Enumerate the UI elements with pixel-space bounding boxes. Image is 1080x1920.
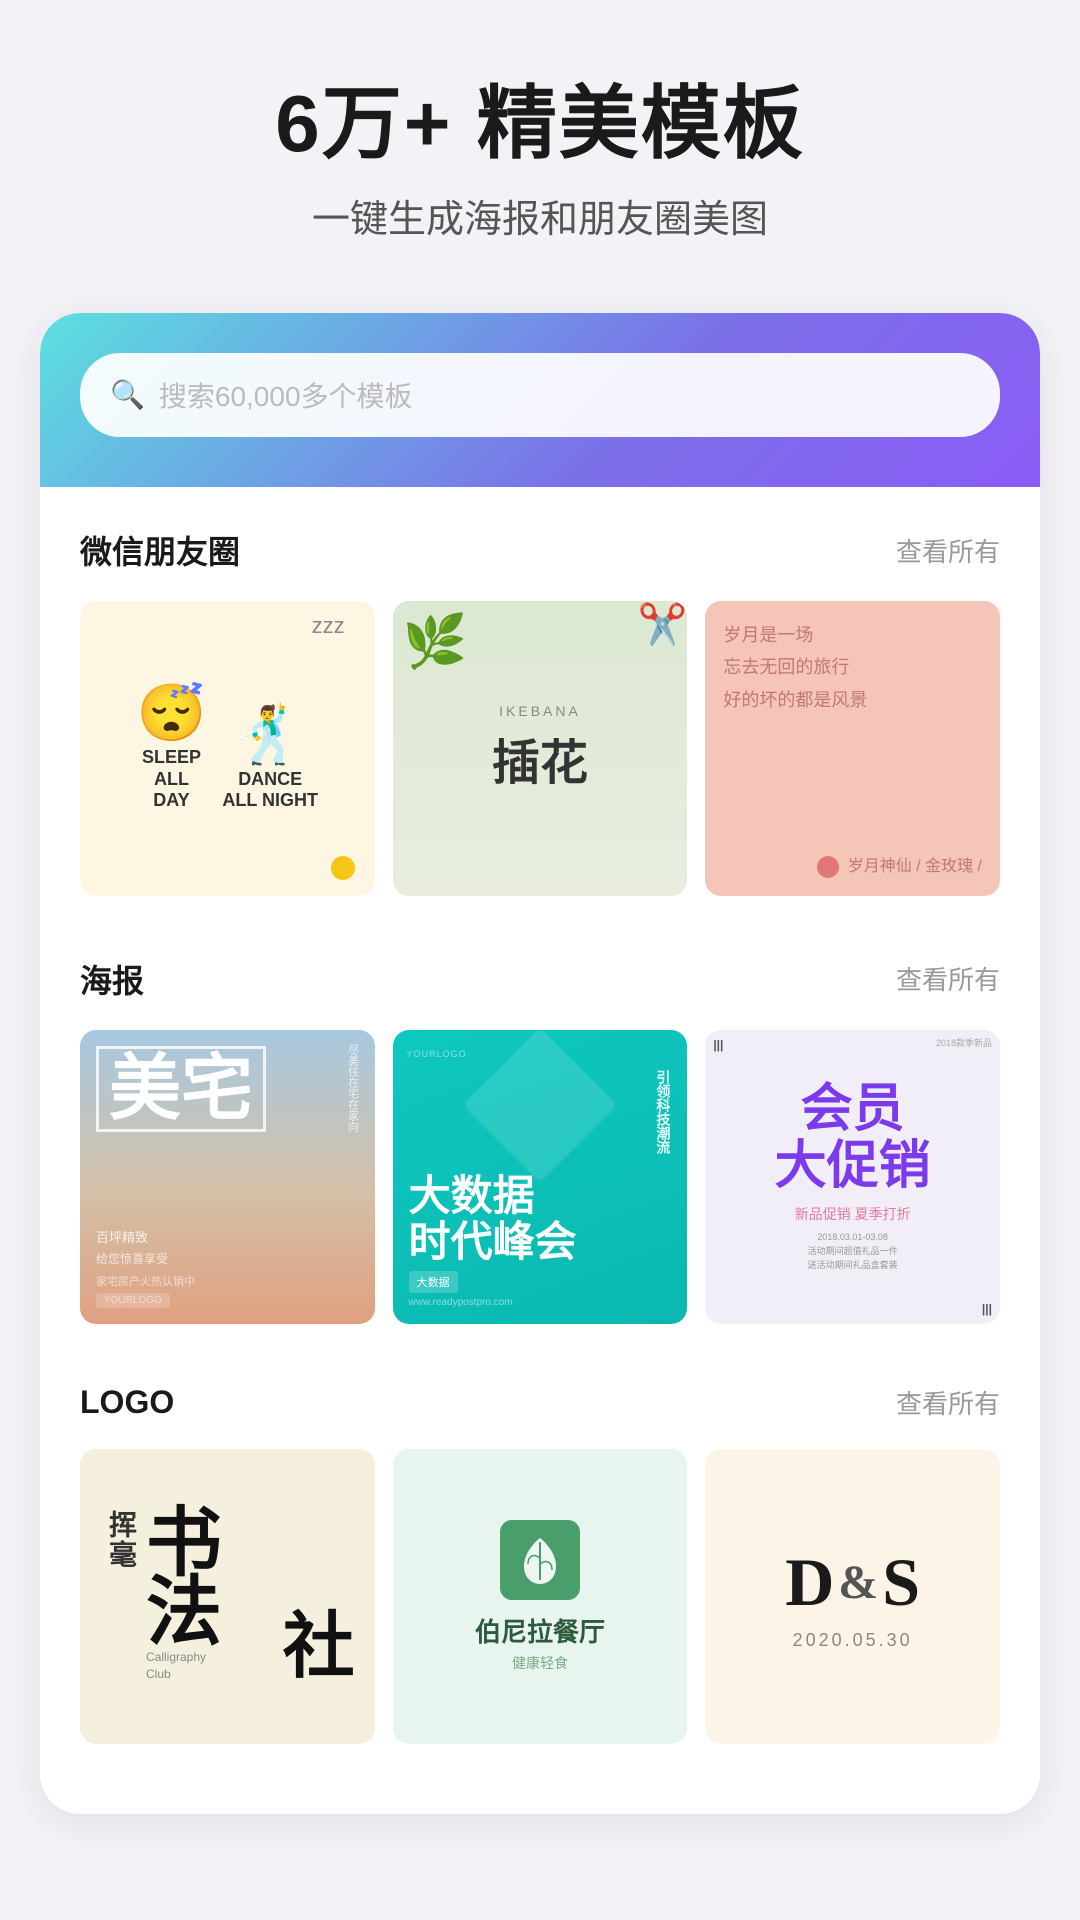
poster3-promo: 新品促销 夏季打折 [795,1204,911,1224]
wechat-view-all[interactable]: 查看所有 [896,532,1000,569]
calligraphy-main-block: 挥毫 书法 CalligraphyClub 社 [100,1510,355,1682]
scissors-emoji: ✂️ [638,601,688,648]
sleep-emoji: 😴 [137,685,207,741]
card-header: 🔍 搜索60,000多个模板 [40,313,1040,487]
poster2-bottom: 大数据时代峰会 大数据 www.readypostpro.com [409,1173,672,1308]
calli-right-block: 书法 CalligraphyClub [146,1510,275,1682]
plant-emoji: 🌿 [403,611,468,672]
search-placeholder: 搜索60,000多个模板 [159,375,413,415]
calli-sub-zh: 社 [283,1611,355,1683]
ikebana-en-label: IKEBANA [499,703,581,719]
hero-title: 6万+ 精美模板 [60,80,1020,168]
wechat-template-grid: zzz 😴 SLEEPALLDAY 🕺 DANCEALL NIGHT IKE [80,601,1000,896]
dance-text: DANCEALL NIGHT [222,769,318,812]
wechat-card-poem[interactable]: 岁月是一场忘去无回的旅行好的坏的都是风景 岁月神仙 / 金玫瑰 / [705,601,1000,896]
wechat-section-header: 微信朋友圈 查看所有 [80,527,1000,573]
author-text: 岁月神仙 / 金玫瑰 / [848,858,982,875]
poem-text: 岁月是一场忘去无回的旅行好的坏的都是风景 [723,619,982,716]
sleep-text: SLEEPALLDAY [142,747,201,812]
poster1-logo-badge: YOURLOGO [96,1293,170,1308]
ds-letters: D & S [785,1543,920,1622]
restaurant-text-block: 伯尼拉餐厅 健康轻食 [475,1612,605,1673]
poster1-tagline: 给您惊喜享受 [96,1250,359,1267]
wechat-card-ikebana[interactable]: IKEBANA 插花 🌿 ✂️ [393,601,688,896]
wechat-section-title: 微信朋友圈 [80,527,240,573]
logo-card-restaurant[interactable]: 伯尼拉餐厅 健康轻食 [393,1449,688,1744]
author-dot [817,856,839,878]
wechat-section: 微信朋友圈 查看所有 zzz 😴 SLEEPALLDAY 🕺 DANCEALL … [40,487,1040,916]
logo-section: LOGO 查看所有 挥毫 书法 CalligraphyClub 社 [40,1344,1040,1764]
poster-card-huiyuan[interactable]: ||| 2018款季新品 会员大促销 新品促销 夏季打折 2018.03.01-… [705,1030,1000,1325]
restaurant-sub-zh: 健康轻食 [475,1653,605,1673]
poster3-year-badge: 2018款季新品 [936,1036,992,1049]
poster1-bottom-content: 百坪精致 给您惊喜享受 家宅房产火热认销中 YOURLOGO [96,1227,359,1308]
sleep-dance-inner: 😴 SLEEPALLDAY 🕺 DANCEALL NIGHT [137,685,318,812]
poster-section-header: 海报 查看所有 [80,956,1000,1002]
app-card: 🔍 搜索60,000多个模板 微信朋友圈 查看所有 zzz 😴 SLEEPALL… [40,313,1040,1814]
poster1-side-text: 尽美住在宅在家向 [343,1044,361,1132]
calli-brush-text: 挥毫 [100,1510,140,1570]
restaurant-name-zh: 伯尼拉餐厅 [475,1612,605,1649]
poster3-main-title: 会员大促销 [775,1081,931,1195]
dance-emoji: 🕺 [235,707,305,763]
poem-author: 岁月神仙 / 金玫瑰 / [723,852,982,878]
zzz-decoration: zzz [312,613,345,639]
logo-section-header: LOGO 查看所有 [80,1384,1000,1421]
poster3-bottom-deco: ||| [982,1302,992,1316]
poster1-top: 尽美住在宅在家向 美宅 [96,1046,359,1132]
logo-template-grid: 挥毫 书法 CalligraphyClub 社 [80,1449,1000,1744]
ds-ampersand: & [838,1555,878,1610]
poster3-details: 2018.03.01-03.08活动期间超值礼品一件送活动期间礼品盒套装 [808,1230,898,1273]
hero-section: 6万+ 精美模板 一键生成海报和朋友圈美图 [0,0,1080,283]
logo-card-calligraphy[interactable]: 挥毫 书法 CalligraphyClub 社 [80,1449,375,1744]
poster2-yourlogo: YOURLOGO [407,1049,467,1059]
poster-card-shidai[interactable]: YOURLOGO 引领科技潮流 大数据时代峰会 大数据 www.readypos… [393,1030,688,1325]
dance-column: 🕺 DANCEALL NIGHT [222,707,318,812]
poster2-badge: 大数据 [409,1271,458,1293]
yellow-dot-decoration [331,856,355,880]
search-bar[interactable]: 🔍 搜索60,000多个模板 [80,353,1000,437]
leaf-logo-icon [500,1520,580,1600]
logo-view-all[interactable]: 查看所有 [896,1384,1000,1421]
poster1-main-title: 美宅 [96,1046,266,1132]
poster1-info: 家宅房产火热认销中 [96,1273,359,1289]
sleep-column: 😴 SLEEPALLDAY [137,685,207,812]
poster3-top-deco: ||| [713,1038,723,1052]
poster-card-meizhai[interactable]: 尽美住在宅在家向 美宅 百坪精致 给您惊喜享受 家宅房产火热认销中 YOURLO… [80,1030,375,1325]
search-icon: 🔍 [110,381,145,409]
poster2-intro: 引领科技潮流 [653,1070,673,1154]
ds-letter-s: S [882,1543,920,1622]
poster1-company: 百坪精致 [96,1227,359,1246]
poster2-diamond [462,1030,618,1183]
poster2-logo-top: YOURLOGO [407,1044,467,1062]
ikebana-zh-label: 插花 [492,723,588,793]
ds-date: 2020.05.30 [793,1630,913,1651]
poster-view-all[interactable]: 查看所有 [896,960,1000,997]
logo-section-title: LOGO [80,1384,174,1421]
poster-section: 海报 查看所有 尽美住在宅在家向 美宅 百坪精致 给您惊喜享受 家宅房产火热认销… [40,916,1040,1345]
logo-card-ds[interactable]: D & S 2020.05.30 [705,1449,1000,1744]
calli-main-zh: 书法 [146,1510,275,1647]
poster2-title: 大数据时代峰会 [409,1173,672,1265]
poster-section-title: 海报 [80,956,144,1002]
poster2-website: www.readypostpro.com [409,1297,672,1308]
calli-zh-block: 挥毫 [100,1510,140,1570]
hero-subtitle: 一键生成海报和朋友圈美图 [60,188,1020,243]
ds-letter-d: D [785,1543,834,1622]
wechat-card-sleep-dance[interactable]: zzz 😴 SLEEPALLDAY 🕺 DANCEALL NIGHT [80,601,375,896]
poster-template-grid: 尽美住在宅在家向 美宅 百坪精致 给您惊喜享受 家宅房产火热认销中 YOURLO… [80,1030,1000,1325]
